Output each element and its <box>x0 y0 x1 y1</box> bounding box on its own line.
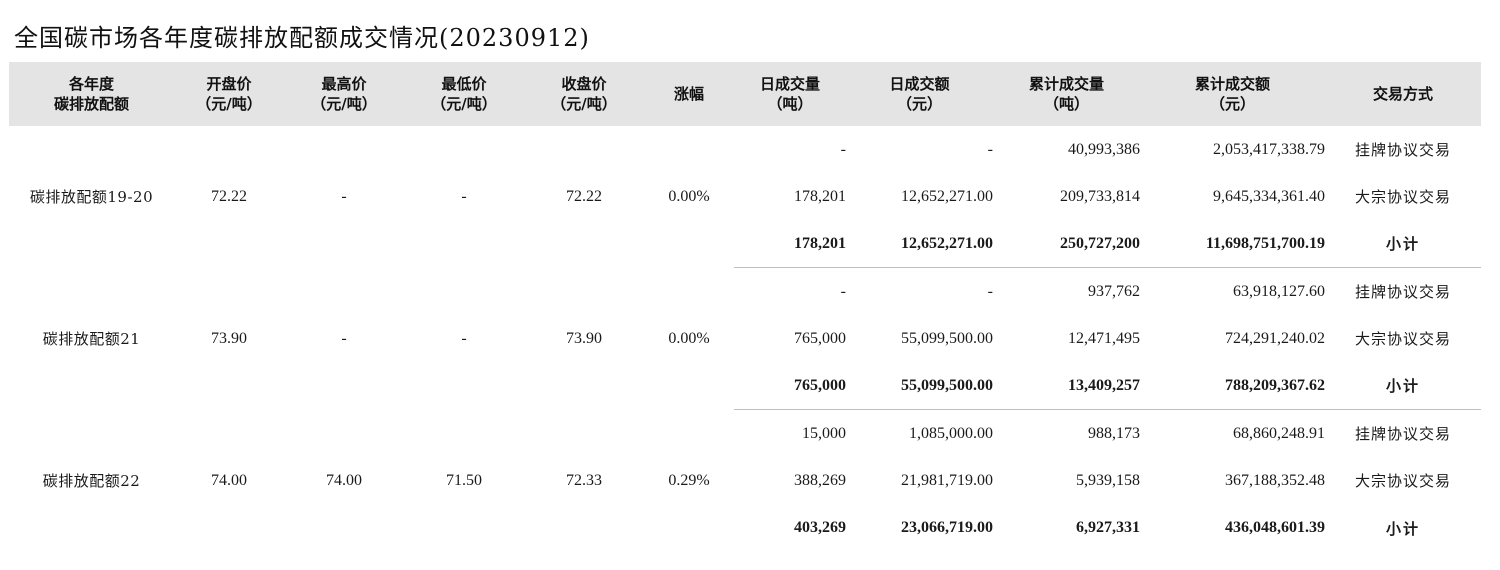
daily-volume: 15,000 <box>802 424 846 442</box>
cumulative-volume: 6,927,331 <box>1076 519 1140 537</box>
price-change: 0.29% <box>668 471 710 489</box>
daily-volume: 765,000 <box>734 362 846 411</box>
allowance-name: 碳排放配额21 <box>42 330 141 349</box>
high-price: 74.00 <box>326 471 362 489</box>
table-header-row: 各年度 碳排放配额 开盘价 （元/吨） 最高价 （元/吨） 最低价 （元/吨） … <box>9 62 1481 126</box>
header-allowance: 各年度 碳排放配额 <box>53 75 129 113</box>
trade-method: 大宗协议交易 <box>1354 472 1451 491</box>
daily-volume: 178,201 <box>794 187 846 205</box>
cumulative-volume: 5,939,158 <box>1076 471 1140 489</box>
price-change: 0.00% <box>668 329 710 347</box>
table-row: 碳排放配额21 73.90 - - 73.90 0.00% - - 937,76… <box>9 268 1481 349</box>
low-price: - <box>461 187 467 205</box>
header-daily-volume: 日成交量 （吨） <box>759 75 820 113</box>
trade-method: 大宗协议交易 <box>1354 330 1451 349</box>
daily-amount: 1,085,000.00 <box>909 424 993 442</box>
header-open-price: 开盘价 （元/吨） <box>196 75 262 113</box>
open-price: 72.22 <box>211 187 247 205</box>
trade-method: 挂牌协议交易 <box>1354 283 1451 302</box>
page-title: 全国碳市场各年度碳排放配额成交情况(20230912) <box>14 24 590 52</box>
trade-method: 小计 <box>1325 362 1481 411</box>
daily-amount: - <box>987 140 993 158</box>
open-price: 73.90 <box>211 329 247 347</box>
daily-amount: 55,099,500.00 <box>901 329 993 347</box>
cumulative-volume: 209,733,814 <box>1060 187 1140 205</box>
allowance-name: 碳排放配额22 <box>42 472 141 491</box>
cumulative-amount: 724,291,240.02 <box>1225 329 1325 347</box>
daily-volume: 765,000 <box>794 329 846 347</box>
high-price: - <box>341 329 347 347</box>
header-high-price: 最高价 （元/吨） <box>311 75 377 113</box>
cumulative-volume: 988,173 <box>1088 424 1140 442</box>
cumulative-amount: 436,048,601.39 <box>1225 519 1325 537</box>
daily-amount: 21,981,719.00 <box>901 471 993 489</box>
allowance-name: 碳排放配额19-20 <box>29 188 154 207</box>
low-price: 71.50 <box>446 471 482 489</box>
high-price: - <box>341 187 347 205</box>
close-price: 72.22 <box>566 187 602 205</box>
daily-amount: 12,652,271.00 <box>901 187 993 205</box>
table-row: 碳排放配额22 74.00 74.00 71.50 72.33 0.29% 15… <box>9 410 1481 491</box>
header-low-price: 最低价 （元/吨） <box>431 75 497 113</box>
header-trade-method: 交易方式 <box>1372 85 1433 103</box>
close-price: 72.33 <box>566 471 602 489</box>
daily-amount: 55,099,500.00 <box>846 362 993 411</box>
close-price: 73.90 <box>566 329 602 347</box>
cumulative-volume: 40,993,386 <box>1068 140 1140 158</box>
cumulative-amount: 68,860,248.91 <box>1233 424 1325 442</box>
daily-volume: 178,201 <box>734 220 846 269</box>
daily-volume: - <box>840 140 846 158</box>
cumulative-amount: 63,918,127.60 <box>1233 282 1325 300</box>
trade-method: 挂牌协议交易 <box>1354 141 1451 160</box>
daily-amount: - <box>987 282 993 300</box>
daily-amount: 12,652,271.00 <box>846 220 993 269</box>
trade-method: 大宗协议交易 <box>1354 188 1451 207</box>
header-daily-amount: 日成交额 （元） <box>889 75 950 113</box>
cumulative-amount: 9,645,334,361.40 <box>1213 187 1325 205</box>
header-cumulative-volume: 累计成交量 （吨） <box>1028 75 1104 113</box>
cumulative-amount: 11,698,751,700.19 <box>1140 220 1325 269</box>
daily-volume: 388,269 <box>794 471 846 489</box>
header-close-price: 收盘价 （元/吨） <box>551 75 617 113</box>
header-change: 涨幅 <box>673 85 704 103</box>
daily-volume: - <box>840 282 846 300</box>
daily-amount: 23,066,719.00 <box>901 519 993 537</box>
price-change: 0.00% <box>668 187 710 205</box>
cumulative-amount: 367,188,352.48 <box>1225 471 1325 489</box>
header-cumulative-amount: 累计成交额 （元） <box>1194 75 1270 113</box>
cumulative-amount: 2,053,417,338.79 <box>1213 140 1325 158</box>
cumulative-volume: 12,471,495 <box>1068 329 1140 347</box>
cumulative-volume: 937,762 <box>1088 282 1140 300</box>
open-price: 74.00 <box>211 471 247 489</box>
cumulative-volume: 250,727,200 <box>993 220 1140 269</box>
trade-method: 小计 <box>1325 220 1481 269</box>
cumulative-amount: 788,209,367.62 <box>1140 362 1325 411</box>
carbon-allowance-trading-table: 各年度 碳排放配额 开盘价 （元/吨） 最高价 （元/吨） 最低价 （元/吨） … <box>9 62 1481 552</box>
table-row: 碳排放配额19-20 72.22 - - 72.22 0.00% - - 40,… <box>9 126 1481 207</box>
daily-volume: 403,269 <box>794 519 846 537</box>
trade-method: 小计 <box>1385 519 1420 538</box>
trade-method: 挂牌协议交易 <box>1354 425 1451 444</box>
low-price: - <box>461 329 467 347</box>
cumulative-volume: 13,409,257 <box>993 362 1140 411</box>
